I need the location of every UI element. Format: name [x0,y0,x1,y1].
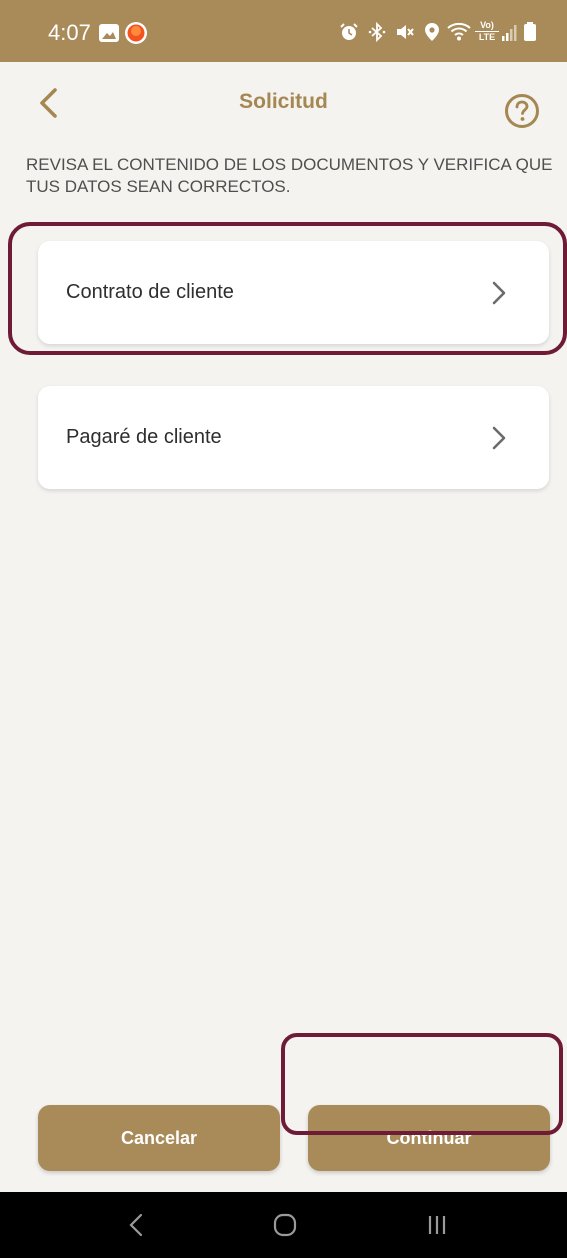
status-right-icons: Vo) LTE [339,20,539,44]
instructions-text: REVISA EL CONTENIDO DE LOS DOCUMENTOS Y … [26,155,553,196]
volte-label-bottom: LTE [475,31,499,43]
wifi-icon [447,22,471,41]
nav-recents-icon [428,1216,446,1234]
status-time: 4:07 [48,20,91,45]
nav-home-icon [273,1213,297,1237]
document-item-pagare[interactable]: Pagaré de cliente [38,386,549,489]
page-title: Solicitud [239,90,328,113]
nav-home-button[interactable] [272,1212,298,1238]
gallery-icon [99,24,119,42]
signal-icon [502,25,517,41]
document-item-label: Contrato de cliente [66,281,234,303]
app-header: Solicitud [0,62,567,148]
nav-recents-button[interactable] [426,1212,448,1238]
navigation-bar [0,1192,567,1258]
help-button[interactable] [504,93,540,129]
mute-icon [397,25,414,39]
alarm-icon [340,23,358,40]
continue-button[interactable]: Continuar [308,1105,550,1171]
location-icon [425,23,439,41]
volte-icon: Vo) LTE [475,20,499,43]
question-circle-icon [505,94,539,128]
cancel-button[interactable]: Cancelar [38,1105,280,1171]
document-item-label: Pagaré de cliente [66,426,222,448]
app-notification-icon [125,22,147,44]
volte-label-top: Vo) [480,20,494,30]
bluetooth-icon [368,22,386,42]
chevron-right-icon [492,281,506,305]
document-item-contrato[interactable]: Contrato de cliente [38,241,549,344]
nav-back-button[interactable] [126,1212,146,1238]
chevron-right-icon [492,426,506,450]
status-bar: 4:07 Vo) LTE [0,0,567,62]
nav-back-icon [129,1213,143,1237]
battery-icon [524,22,536,41]
